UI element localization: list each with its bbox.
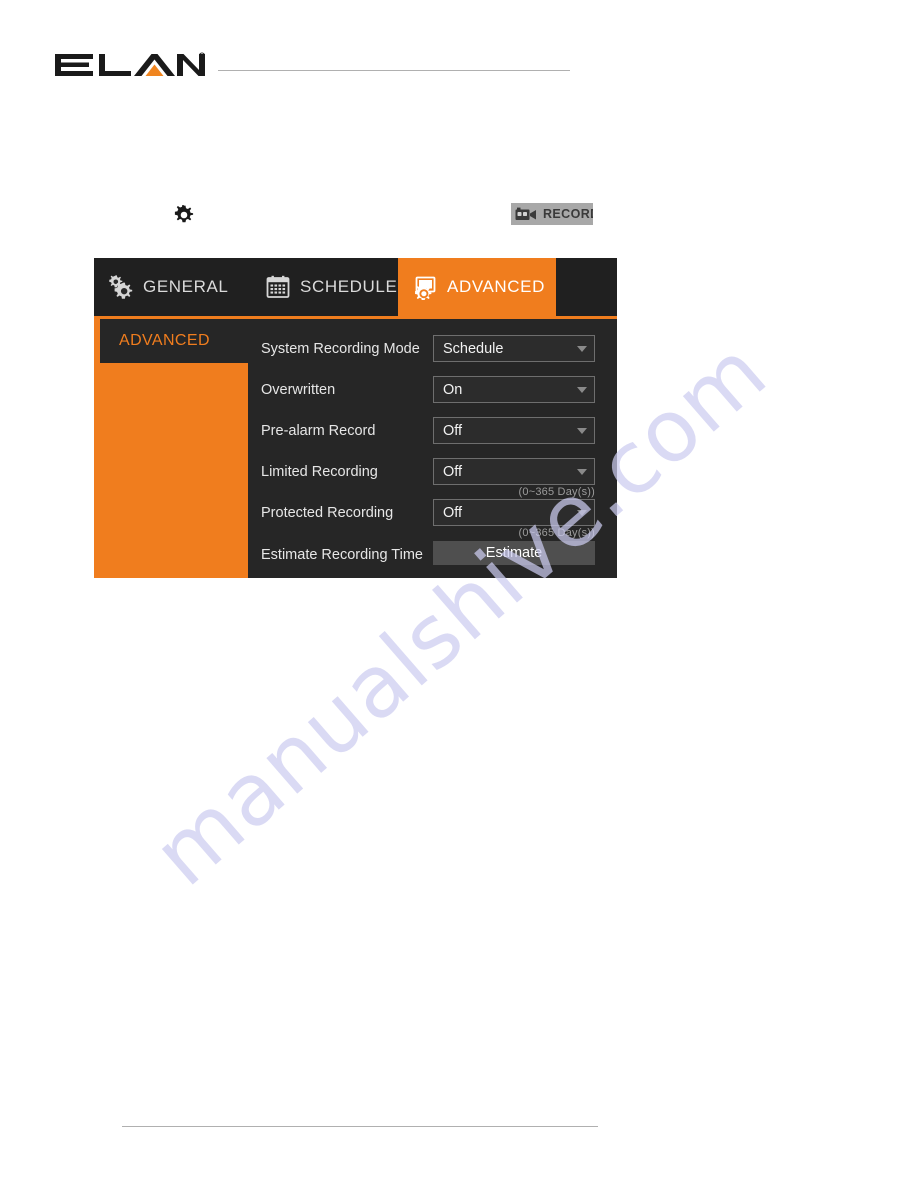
form-row-system-recording-mode: System Recording Mode Schedule — [248, 335, 617, 363]
record-button-label: RECORD — [543, 207, 593, 221]
tab-advanced-label: ADVANCED — [447, 277, 546, 296]
estimate-button[interactable]: Estimate — [433, 541, 595, 565]
page-header — [0, 0, 918, 110]
select-pre-alarm-record-value: Off — [443, 422, 463, 439]
form-row-limited-recording: Limited Recording Off — [248, 458, 617, 486]
label-protected-recording: Protected Recording — [261, 505, 394, 521]
header-divider — [218, 70, 570, 71]
chevron-down-icon — [574, 468, 594, 475]
chevron-down-icon — [574, 386, 594, 393]
panel-body: ADVANCED System Recording Mode Schedule … — [94, 319, 617, 578]
camcorder-icon — [515, 207, 537, 222]
tab-bar: GENERAL SCHEDULE ADVANCED — [94, 258, 617, 316]
tab-schedule-label: SCHEDULE — [300, 277, 398, 296]
sidebar-item-advanced[interactable]: ADVANCED — [100, 319, 248, 363]
calendar-icon — [265, 274, 291, 300]
select-limited-recording[interactable]: Off — [433, 458, 595, 485]
form-row-estimate-recording-time: Estimate Recording Time Estimate — [248, 541, 617, 569]
select-protected-recording[interactable]: Off — [433, 499, 595, 526]
form-row-protected-recording: Protected Recording Off — [248, 499, 617, 527]
form-area: System Recording Mode Schedule Overwritt… — [248, 319, 617, 578]
label-estimate-recording-time: Estimate Recording Time — [261, 547, 423, 563]
gear-icon[interactable] — [174, 205, 194, 225]
select-limited-recording-value: Off — [443, 463, 463, 480]
select-overwritten[interactable]: On — [433, 376, 595, 403]
chevron-down-icon — [574, 427, 594, 434]
chevron-down-icon — [574, 509, 594, 516]
tab-general-label: GENERAL — [143, 277, 229, 296]
toolbar-row: RECORD — [0, 198, 918, 234]
form-row-pre-alarm-record: Pre-alarm Record Off — [248, 417, 617, 445]
record-button[interactable]: RECORD — [511, 203, 593, 225]
label-system-recording-mode: System Recording Mode — [261, 341, 420, 357]
select-overwritten-value: On — [443, 381, 463, 398]
select-pre-alarm-record[interactable]: Off — [433, 417, 595, 444]
hint-protected-recording: (0~365 Day(s)) — [518, 527, 595, 539]
sidebar-item-advanced-label: ADVANCED — [119, 332, 210, 349]
gears-icon — [108, 274, 134, 300]
select-system-recording-mode-value: Schedule — [443, 340, 504, 357]
form-row-overwritten: Overwritten On — [248, 376, 617, 404]
label-limited-recording: Limited Recording — [261, 464, 378, 480]
sidebar: ADVANCED — [94, 319, 248, 578]
settings-frame-icon — [412, 274, 438, 300]
select-protected-recording-value: Off — [443, 504, 463, 521]
hint-limited-recording: (0~365 Day(s)) — [518, 486, 595, 498]
tab-schedule[interactable]: SCHEDULE — [251, 258, 398, 316]
elan-logo — [53, 48, 205, 82]
recording-settings-panel: GENERAL SCHEDULE ADVANCED ADVANCED Syste… — [94, 258, 617, 578]
label-overwritten: Overwritten — [261, 382, 336, 398]
label-pre-alarm-record: Pre-alarm Record — [261, 423, 376, 439]
footer-divider — [122, 1126, 598, 1127]
tab-advanced[interactable]: ADVANCED — [398, 258, 556, 316]
select-system-recording-mode[interactable]: Schedule — [433, 335, 595, 362]
tab-underline — [94, 316, 617, 319]
chevron-down-icon — [574, 345, 594, 352]
tab-general[interactable]: GENERAL — [94, 258, 251, 316]
